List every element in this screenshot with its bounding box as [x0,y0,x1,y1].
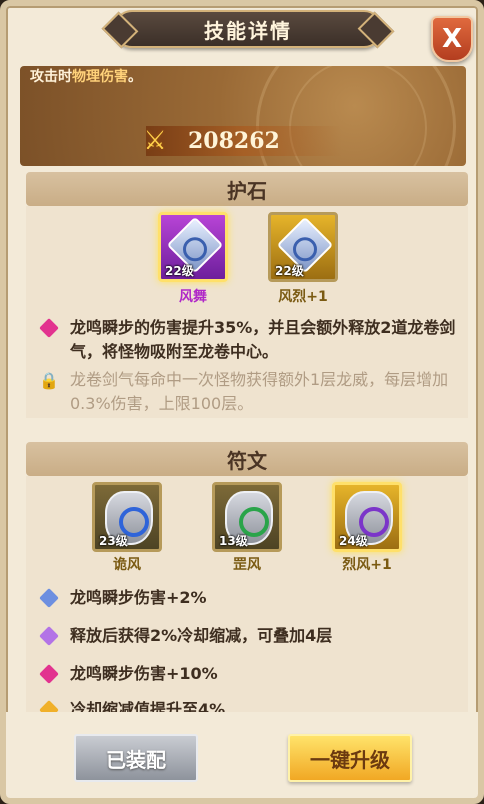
title-ornament-right [357,11,395,49]
combat-power-value: 208262 [188,128,280,154]
skill-desc-prefix: 攻击时 [30,69,72,85]
skill-desc-highlight: 物理伤害 [72,69,128,85]
diamond-bullet-icon [39,664,59,684]
upgrade-all-button[interactable]: 一键升级 [288,734,412,782]
rune-effect-text: 龙鸣瞬步伤害+10% [70,664,218,683]
diamond-bullet-icon [39,318,59,338]
rune-section-header: 符文 [26,442,468,476]
bottom-bar: 已装配 一键升级 [6,712,478,798]
rune-slot-level: 24级 [339,534,368,548]
skill-description: 攻击时物理伤害。 [30,66,142,86]
rune-slot-level: 13级 [219,534,248,548]
rune-effect-text: 释放后获得2%冷却缩减，可叠加4层 [70,626,333,645]
rune-slot-2[interactable]: 13级 [212,482,282,552]
rune-slot-name: 罡风 [233,557,261,573]
rune-slot-1[interactable]: 23级 [92,482,162,552]
title-ornament-left [101,11,139,49]
rune-slot-3[interactable]: 24级 [332,482,402,552]
page-title: 技能详情 [204,18,292,43]
rune-effect: 龙鸣瞬步伤害+10% [39,662,462,686]
rune-section: 23级 诡风 13级 罡风 24级 烈风+1 龙鸣瞬步伤害+2% 释放后获得2%… [26,476,468,720]
close-button[interactable]: X [431,16,473,62]
skill-detail-panel: 技能详情 X 攻击时物理伤害。 ⚔ 208262 护石 22级 风舞 22级 风… [0,0,484,804]
amulet-slot-2[interactable]: 22级 [268,212,338,282]
amulet-effect: 龙鸣瞬步的伤害提升35%，并且会额外释放2道龙卷剑气，将怪物吸附至龙卷中心。 [39,316,462,364]
rune-slot-name: 诡风 [113,557,141,573]
amulet-slot-1[interactable]: 22级 [158,212,228,282]
amulet-slot-name: 风舞 [179,289,207,305]
rune-effect: 龙鸣瞬步伤害+2% [39,586,462,610]
combat-power: ⚔ 208262 [143,126,342,156]
amulet-section-header: 护石 [26,172,468,206]
title-bar: 技能详情 [101,10,395,49]
amulet-slot-name: 风烈+1 [278,289,328,305]
equipped-button[interactable]: 已装配 [74,734,198,782]
skill-desc-suffix: 。 [128,69,142,85]
amulet-effect-locked: 🔒 龙卷剑气每命中一次怪物获得额外1层龙威，每层增加0.3%伤害，上限100层。 [39,368,462,416]
amulet-section: 22级 风舞 22级 风烈+1 龙鸣瞬步的伤害提升35%，并且会额外释放2道龙卷… [26,206,468,418]
rune-slot-name: 烈风+1 [342,557,392,573]
amulet-slot-level: 22级 [165,264,194,278]
lock-icon: 🔒 [39,371,59,390]
crossed-swords-icon: ⚔ [143,126,167,156]
rune-effect: 释放后获得2%冷却缩减，可叠加4层 [39,624,462,648]
amulet-effect-text: 龙卷剑气每命中一次怪物获得额外1层龙威，每层增加0.3%伤害，上限100层。 [70,370,449,413]
diamond-bullet-icon [39,626,59,646]
amulet-effect-text: 龙鸣瞬步的伤害提升35%，并且会额外释放2道龙卷剑气，将怪物吸附至龙卷中心。 [70,318,456,361]
amulet-slot-level: 22级 [275,264,304,278]
skill-banner: 攻击时物理伤害。 ⚔ 208262 [20,66,466,166]
diamond-bullet-icon [39,588,59,608]
rune-effect-text: 龙鸣瞬步伤害+2% [70,588,207,607]
rune-slot-level: 23级 [99,534,128,548]
